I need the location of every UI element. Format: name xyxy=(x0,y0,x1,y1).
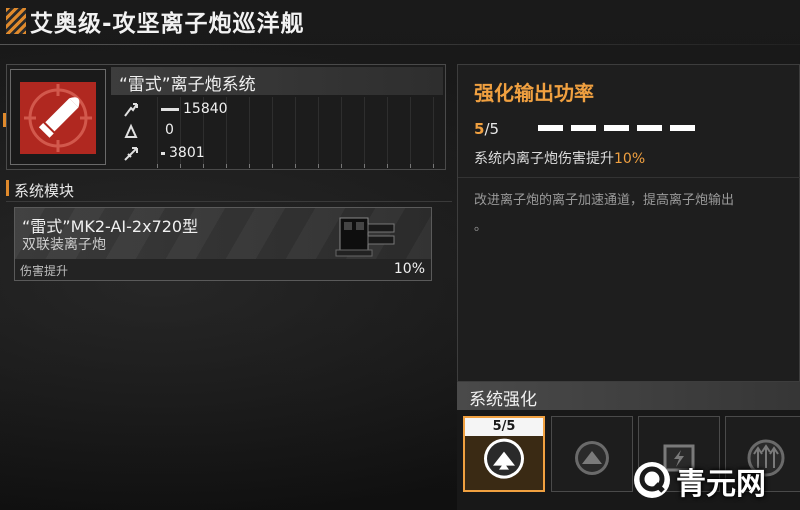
stat-value-firepower: 15840 xyxy=(183,101,228,117)
enhancement-slot-2[interactable] xyxy=(551,416,633,492)
title-bar: 艾奥级-攻坚离子炮巡洋舰 xyxy=(0,0,800,40)
power-up-icon xyxy=(575,441,609,475)
level-pip xyxy=(670,125,695,131)
power-up-icon xyxy=(484,438,524,479)
level-pip xyxy=(538,125,563,131)
detail-effect-value: 10% xyxy=(614,151,646,167)
detail-effect-text: 系统内离子炮伤害提升 xyxy=(474,151,614,167)
system-name: “雷式”离子炮系统 xyxy=(119,75,256,95)
watermark: 青元网 xyxy=(632,456,798,504)
detail-effect: 系统内离子炮伤害提升10% xyxy=(474,148,645,168)
speed-icon xyxy=(124,147,138,161)
detail-panel: 强化输出功率 5/5 系统内离子炮伤害提升10% 改进离子炮的离子加速通道，提高… xyxy=(457,64,800,382)
module-divider xyxy=(6,201,452,202)
watermark-text: 青元网 xyxy=(676,467,766,502)
detail-description-line: 改进离子炮的离子加速通道，提高离子炮输出 xyxy=(474,193,735,208)
module-stat-value: 10% xyxy=(393,261,425,277)
page-title: 艾奥级-攻坚离子炮巡洋舰 xyxy=(30,11,305,37)
module-label-accent xyxy=(6,180,9,196)
stat-row-firepower: 15840 xyxy=(119,100,439,120)
detail-level-max: /5 xyxy=(484,120,500,138)
stat-bar-speed xyxy=(161,152,165,155)
title-divider xyxy=(0,44,800,45)
system-header: “雷式”离子炮系统 xyxy=(111,67,443,95)
ion-cannon-icon xyxy=(335,217,395,257)
detail-title: 强化输出功率 xyxy=(474,81,594,105)
system-icon-box xyxy=(10,69,106,165)
armor-icon xyxy=(124,123,138,138)
module-stat-strip: 伤害提升 10% xyxy=(15,259,431,280)
enhancement-header-label: 系统强化 xyxy=(469,390,537,410)
enhancement-header: 系统强化 xyxy=(457,382,800,410)
title-stripes xyxy=(6,8,26,34)
level-pip xyxy=(637,125,662,131)
module-card[interactable]: “雷式”MK2-AI-2x720型 双联装离子炮 伤害提升 10% xyxy=(14,207,432,281)
module-type: 双联装离子炮 xyxy=(22,237,106,253)
detail-description: 改进离子炮的离子加速通道，提高离子炮输出 。 xyxy=(474,188,800,240)
level-pip xyxy=(604,125,629,131)
stat-value-armor: 0 xyxy=(165,122,174,138)
module-stat-label: 伤害提升 xyxy=(20,264,69,278)
bullet-icon xyxy=(24,84,92,152)
system-card[interactable]: “雷式”离子炮系统 15840 0 3801 xyxy=(3,64,447,170)
firepower-icon xyxy=(124,103,138,117)
detail-description-line: 。 xyxy=(474,219,488,234)
detail-level: 5/5 xyxy=(474,120,499,138)
enhancement-slot-1[interactable]: 5/5 xyxy=(463,416,545,492)
level-pip xyxy=(571,125,596,131)
detail-level-current: 5 xyxy=(474,120,485,138)
q-logo-icon xyxy=(634,462,670,498)
module-section-label: 系统模块 xyxy=(14,182,75,200)
stat-row-armor: 0 xyxy=(119,121,439,141)
stat-ticks xyxy=(157,164,447,168)
system-icon-background xyxy=(20,82,96,154)
enhancement-slot-level: 5/5 xyxy=(465,418,543,436)
stat-row-speed: 3801 xyxy=(119,144,439,164)
detail-divider xyxy=(458,177,800,178)
stat-value-speed: 3801 xyxy=(169,145,205,161)
stat-bar-firepower xyxy=(161,108,179,111)
system-card-accent xyxy=(3,113,6,127)
